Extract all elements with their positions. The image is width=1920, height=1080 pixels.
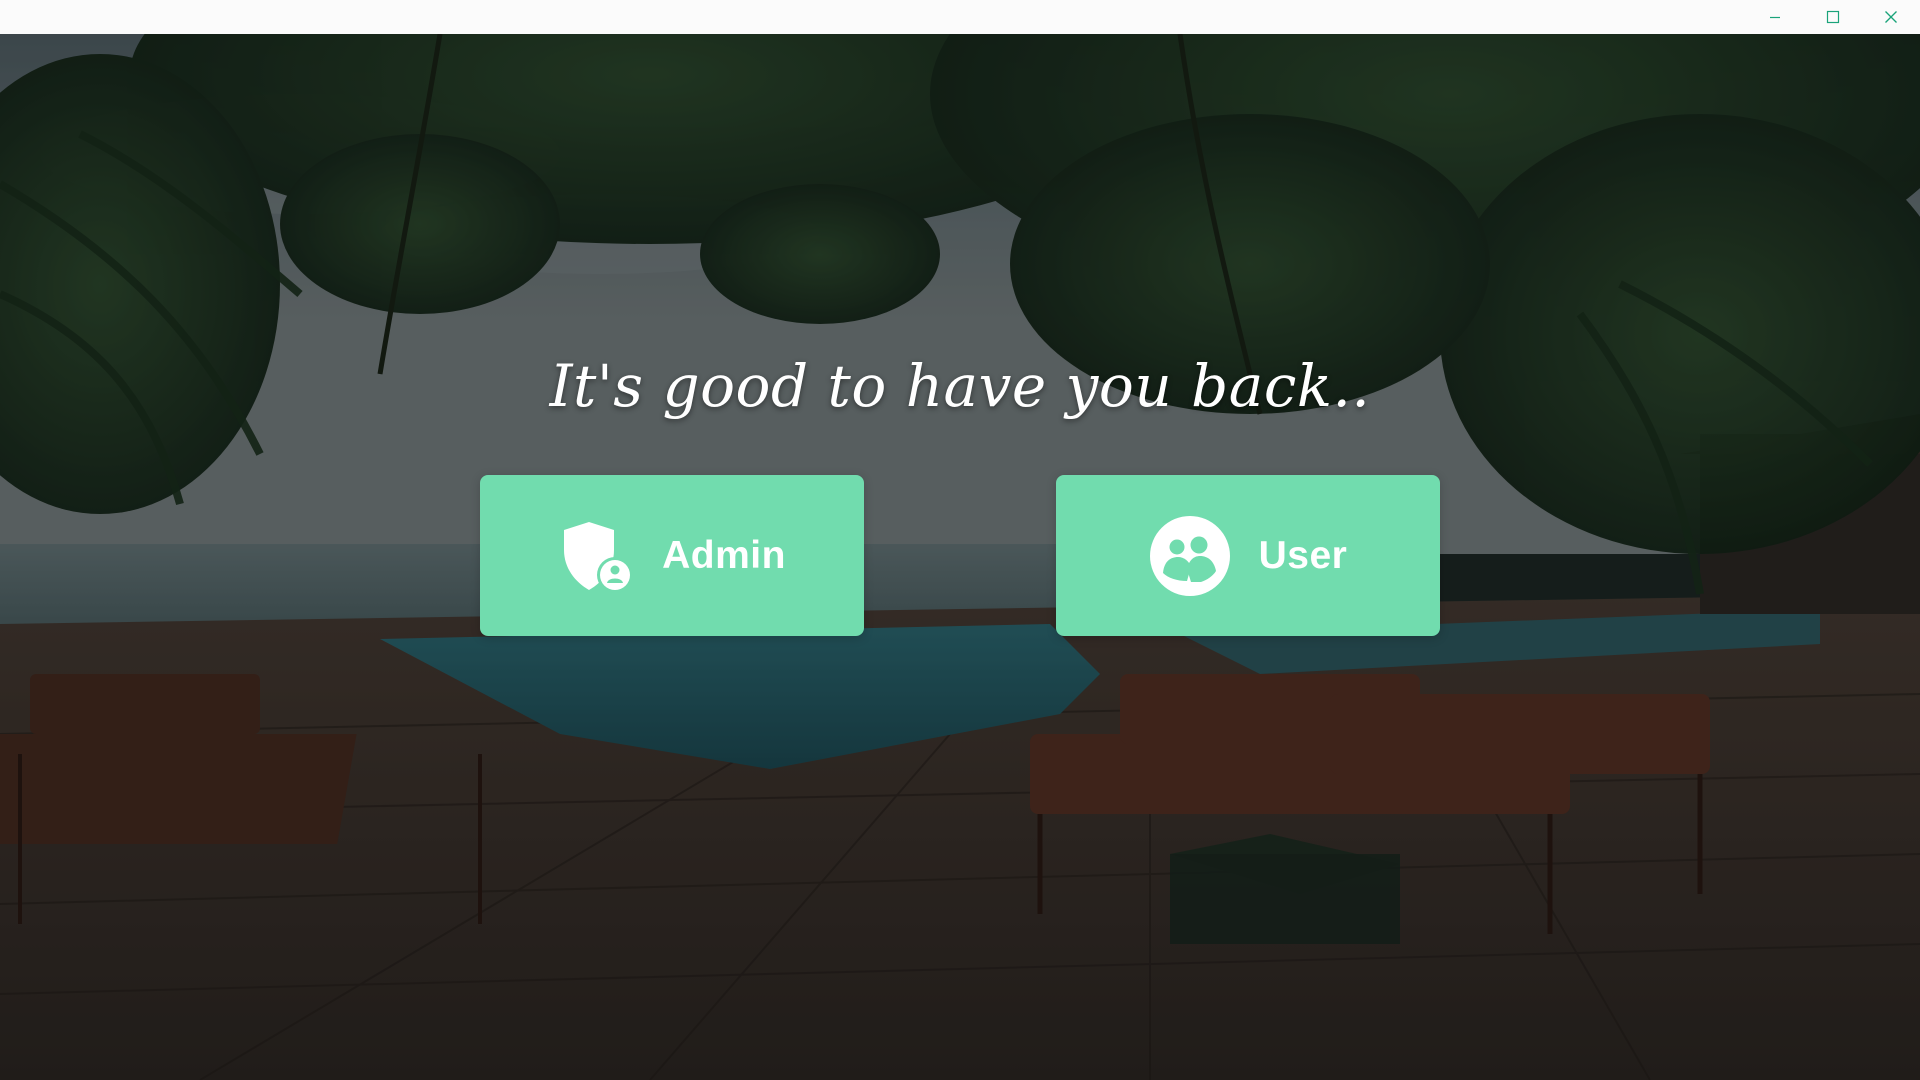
user-group-icon: [1149, 515, 1231, 597]
close-button[interactable]: [1862, 0, 1920, 34]
minimize-icon: [1769, 11, 1781, 23]
welcome-heading: It's good to have you back..: [549, 352, 1371, 420]
close-icon: [1884, 10, 1898, 24]
admin-button[interactable]: Admin: [480, 475, 864, 636]
admin-shield-icon: [558, 518, 634, 594]
minimize-button[interactable]: [1746, 0, 1804, 34]
background-overlay: [0, 34, 1920, 1080]
user-button-label: User: [1258, 533, 1348, 577]
admin-button-label: Admin: [662, 533, 786, 577]
maximize-button[interactable]: [1804, 0, 1862, 34]
app-window: It's good to have you back.. Admin User: [0, 0, 1920, 1080]
user-button[interactable]: User: [1056, 475, 1440, 636]
title-bar: [0, 0, 1920, 34]
maximize-icon: [1826, 10, 1840, 24]
background-image: [0, 34, 1920, 1080]
